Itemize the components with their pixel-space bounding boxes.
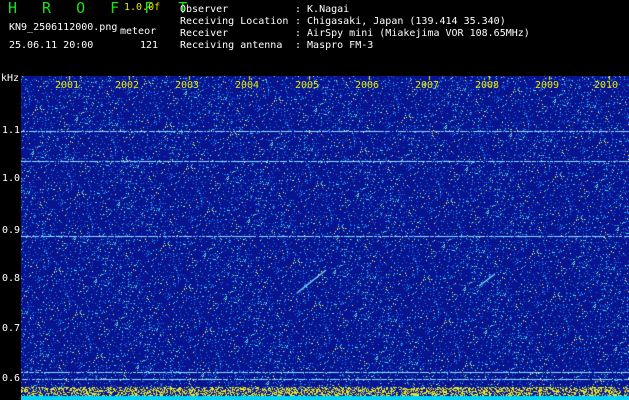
x-tick-label: 2003: [175, 80, 200, 91]
antenna-label: Receiving antenna: [180, 40, 283, 51]
location-value: : Chigasaki, Japan (139.414 35.340): [295, 16, 506, 27]
y-tick-label: 1.0: [2, 173, 21, 184]
x-tick-label: 2009: [535, 80, 560, 91]
app-brand: H R O F F T: [8, 0, 196, 17]
date-time: 25.06.11 20:00: [9, 40, 94, 51]
y-tick-label: 0.6: [2, 373, 21, 384]
mode-label: meteor: [120, 26, 157, 37]
y-tick-label: 0.9: [2, 225, 21, 236]
observer-label: Observer: [180, 4, 229, 15]
x-tick-label: 2001: [55, 80, 80, 91]
receiver-value: : AirSpy mini (Miakejima VOR 108.65MHz): [295, 28, 530, 39]
y-axis-unit: kHz: [1, 73, 20, 84]
x-tick-label: 2007: [415, 80, 440, 91]
header-panel: H R O F F T 1.0.0f KN9_2506112000.png me…: [0, 0, 629, 75]
y-tick-label: 0.7: [2, 323, 21, 334]
x-tick-label: 2008: [475, 80, 500, 91]
observer-value: : K.Nagai: [295, 4, 350, 15]
app-version: 1.0.0f: [124, 2, 161, 13]
location-label: Receiving Location: [180, 16, 289, 27]
antenna-value: : Maspro FM-3: [295, 40, 374, 51]
spectrogram-canvas: [21, 76, 629, 400]
x-tick-label: 2005: [295, 80, 320, 91]
y-tick-label: 0.8: [2, 273, 21, 284]
y-tick-label: 1.1: [2, 125, 21, 136]
meteor-count: 121: [140, 40, 159, 51]
x-tick-label: 2006: [355, 80, 380, 91]
receiver-label: Receiver: [180, 28, 229, 39]
x-tick-label: 2004: [235, 80, 260, 91]
x-tick-label: 2002: [115, 80, 140, 91]
x-tick-label: 2010: [594, 80, 619, 91]
file-name: KN9_2506112000.png: [9, 22, 118, 33]
